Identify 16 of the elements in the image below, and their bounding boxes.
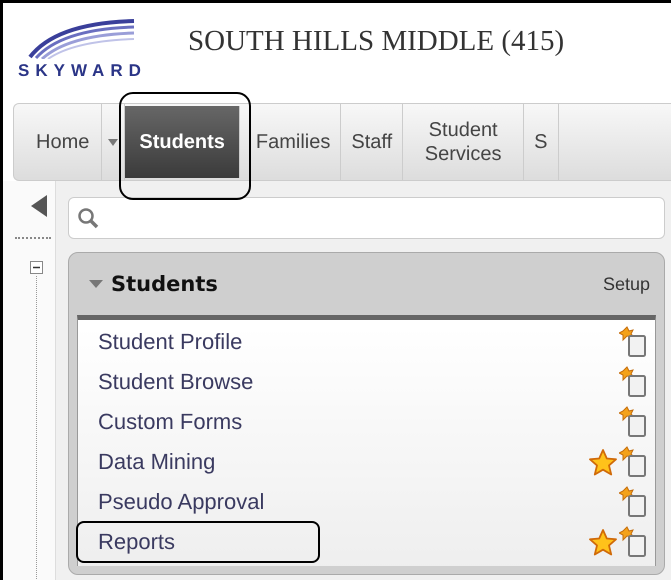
school-title: SOUTH HILLS MIDDLE (415): [188, 25, 564, 58]
nav-tab[interactable]: Students: [125, 106, 240, 178]
menu-item[interactable]: Reports: [76, 521, 320, 563]
logo-text: SKYWARD: [18, 61, 148, 81]
menu-item[interactable]: Data Mining: [78, 445, 316, 479]
menu-item[interactable]: Student Browse: [78, 365, 354, 399]
menu-item[interactable]: Pseudo Approval: [78, 485, 364, 519]
setup-link[interactable]: Setup: [602, 274, 650, 294]
nav-tab[interactable]: Home: [14, 104, 102, 180]
nav-tab[interactable]: Student Services: [403, 104, 524, 180]
panel-title: Students: [111, 272, 219, 296]
menu-item[interactable]: Student Profile: [78, 325, 342, 359]
nav-tab[interactable]: Families: [240, 104, 342, 180]
nav-tab[interactable]: Staff: [341, 104, 404, 180]
menu-item[interactable]: Custom Forms: [78, 405, 342, 439]
nav-tab[interactable]: S: [524, 104, 558, 180]
